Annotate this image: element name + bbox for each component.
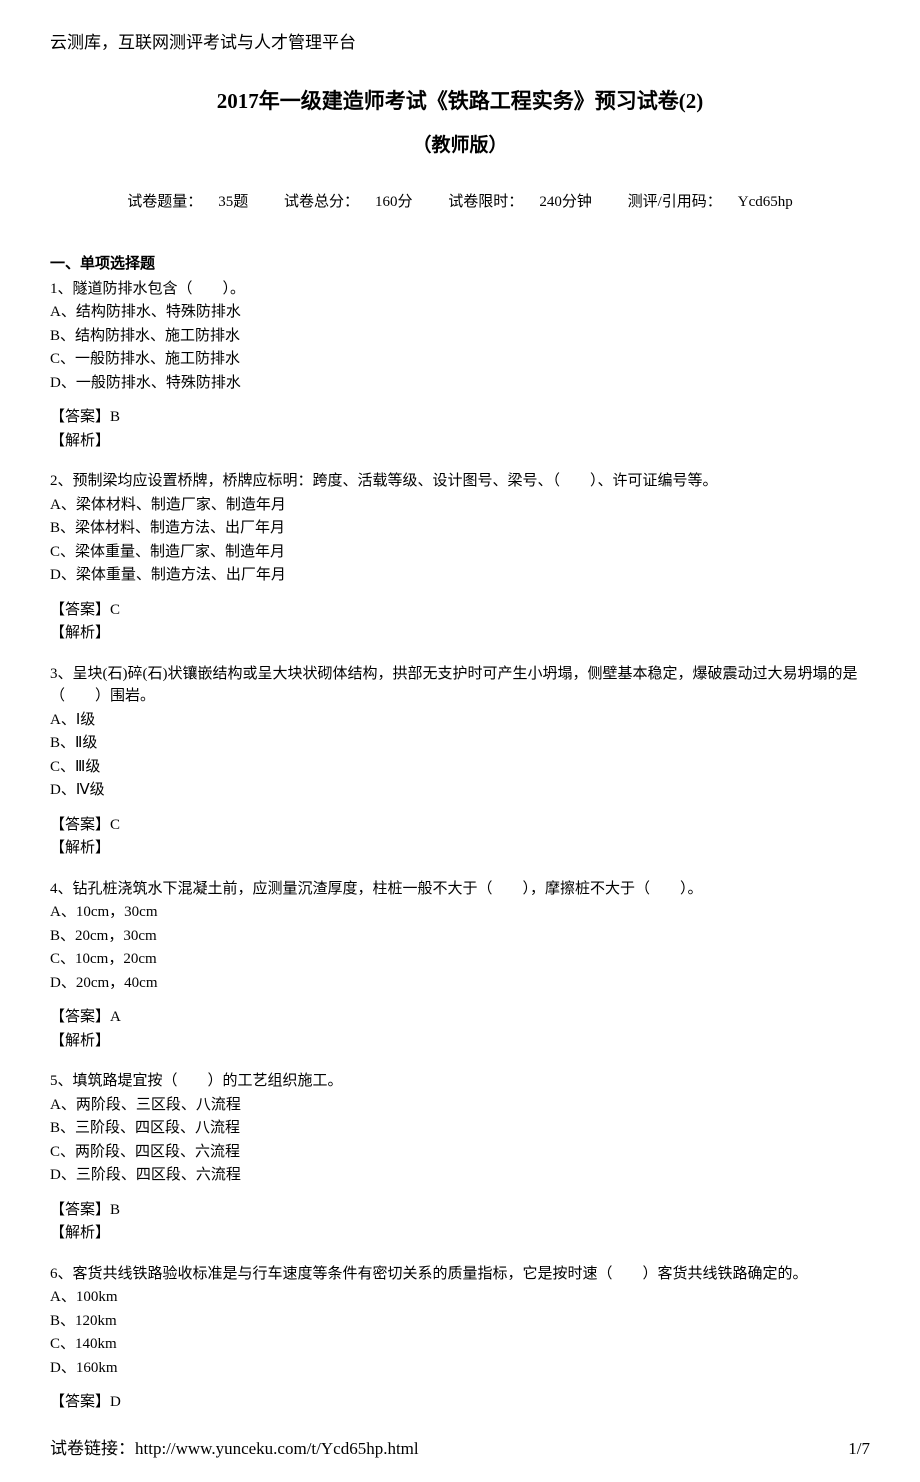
question-text: 4、钻孔桩浇筑水下混凝土前，应测量沉渣厚度，柱桩一般不大于（ ），摩擦桩不大于（… xyxy=(50,878,870,901)
document-subtitle: （教师版） xyxy=(50,132,870,161)
question-option: A、Ⅰ级 xyxy=(50,709,870,732)
question-block: 5、填筑路堤宜按（ ）的工艺组织施工。A、两阶段、三区段、八流程B、三阶段、四区… xyxy=(50,1070,870,1245)
question-option: B、结构防排水、施工防排水 xyxy=(50,325,870,348)
answer-line: 【答案】D xyxy=(50,1391,870,1414)
answer-block: 【答案】C【解析】 xyxy=(50,599,870,645)
code-label: 测评/引用码：Ycd65hp xyxy=(620,194,801,210)
answer-block: 【答案】B【解析】 xyxy=(50,406,870,452)
question-option: C、梁体重量、制造厂家、制造年月 xyxy=(50,541,870,564)
analysis-line: 【解析】 xyxy=(50,430,870,453)
question-option: A、10cm，30cm xyxy=(50,901,870,924)
analysis-line: 【解析】 xyxy=(50,837,870,860)
score-label: 试卷总分：160分 xyxy=(276,194,421,210)
question-block: 6、客货共线铁路验收标准是与行车速度等条件有密切关系的质量指标，它是按时速（ ）… xyxy=(50,1263,870,1414)
question-option: D、160km xyxy=(50,1357,870,1380)
page-number: 1/7 xyxy=(848,1436,870,1462)
section-header: 一、单项选择题 xyxy=(50,253,870,276)
question-option: D、20cm，40cm xyxy=(50,972,870,995)
question-block: 2、预制梁均应设置桥牌，桥牌应标明：跨度、活载等级、设计图号、梁号、（ ）、许可… xyxy=(50,470,870,645)
question-option: A、结构防排水、特殊防排水 xyxy=(50,301,870,324)
question-text: 1、隧道防排水包含（ ）。 xyxy=(50,278,870,301)
question-text: 6、客货共线铁路验收标准是与行车速度等条件有密切关系的质量指标，它是按时速（ ）… xyxy=(50,1263,870,1286)
answer-line: 【答案】B xyxy=(50,1199,870,1222)
answer-line: 【答案】B xyxy=(50,406,870,429)
question-option: C、140km xyxy=(50,1333,870,1356)
question-text: 2、预制梁均应设置桥牌，桥牌应标明：跨度、活载等级、设计图号、梁号、（ ）、许可… xyxy=(50,470,870,493)
question-block: 4、钻孔桩浇筑水下混凝土前，应测量沉渣厚度，柱桩一般不大于（ ），摩擦桩不大于（… xyxy=(50,878,870,1053)
footer-link: 试卷链接：http://www.yunceku.com/t/Ycd65hp.ht… xyxy=(50,1436,419,1462)
question-text: 5、填筑路堤宜按（ ）的工艺组织施工。 xyxy=(50,1070,870,1093)
question-block: 3、呈块(石)碎(石)状镶嵌结构或呈大块状砌体结构，拱部无支护时可产生小坍塌，侧… xyxy=(50,663,870,860)
answer-line: 【答案】C xyxy=(50,599,870,622)
question-option: A、两阶段、三区段、八流程 xyxy=(50,1094,870,1117)
question-text: 3、呈块(石)碎(石)状镶嵌结构或呈大块状砌体结构，拱部无支护时可产生小坍塌，侧… xyxy=(50,663,870,708)
answer-block: 【答案】B【解析】 xyxy=(50,1199,870,1245)
question-option: B、120km xyxy=(50,1310,870,1333)
question-option: B、20cm，30cm xyxy=(50,925,870,948)
time-label: 试卷限时：240分钟 xyxy=(440,194,600,210)
page-footer: 试卷链接：http://www.yunceku.com/t/Ycd65hp.ht… xyxy=(50,1436,870,1462)
question-block: 1、隧道防排水包含（ ）。A、结构防排水、特殊防排水B、结构防排水、施工防排水C… xyxy=(50,278,870,453)
question-option: B、梁体材料、制造方法、出厂年月 xyxy=(50,517,870,540)
question-option: C、一般防排水、施工防排水 xyxy=(50,348,870,371)
exam-meta: 试卷题量：35题 试卷总分：160分 试卷限时：240分钟 测评/引用码：Ycd… xyxy=(50,191,870,214)
question-option: C、两阶段、四区段、六流程 xyxy=(50,1141,870,1164)
analysis-line: 【解析】 xyxy=(50,1030,870,1053)
question-option: D、Ⅳ级 xyxy=(50,779,870,802)
question-option: A、梁体材料、制造厂家、制造年月 xyxy=(50,494,870,517)
analysis-line: 【解析】 xyxy=(50,622,870,645)
answer-block: 【答案】D xyxy=(50,1391,870,1414)
question-option: D、梁体重量、制造方法、出厂年月 xyxy=(50,564,870,587)
count-label: 试卷题量：35题 xyxy=(119,194,256,210)
answer-block: 【答案】C【解析】 xyxy=(50,814,870,860)
question-option: C、10cm，20cm xyxy=(50,948,870,971)
question-option: B、Ⅱ级 xyxy=(50,732,870,755)
page-header: 云测库，互联网测评考试与人才管理平台 xyxy=(50,30,870,56)
document-title: 2017年一级建造师考试《铁路工程实务》预习试卷(2) xyxy=(50,86,870,118)
question-option: D、一般防排水、特殊防排水 xyxy=(50,372,870,395)
question-option: D、三阶段、四区段、六流程 xyxy=(50,1164,870,1187)
answer-line: 【答案】C xyxy=(50,814,870,837)
answer-block: 【答案】A【解析】 xyxy=(50,1006,870,1052)
question-option: A、100km xyxy=(50,1286,870,1309)
question-option: C、Ⅲ级 xyxy=(50,756,870,779)
questions-container: 1、隧道防排水包含（ ）。A、结构防排水、特殊防排水B、结构防排水、施工防排水C… xyxy=(50,278,870,1414)
question-option: B、三阶段、四区段、八流程 xyxy=(50,1117,870,1140)
analysis-line: 【解析】 xyxy=(50,1222,870,1245)
answer-line: 【答案】A xyxy=(50,1006,870,1029)
